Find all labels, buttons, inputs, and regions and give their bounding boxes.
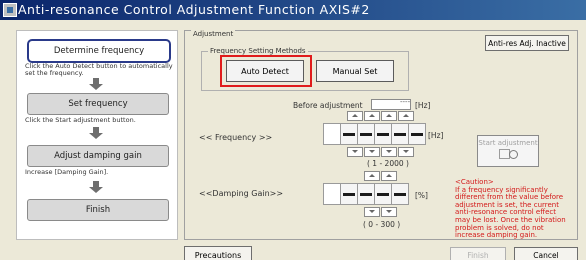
manual-set-button[interactable]: Manual Set [316, 60, 394, 82]
start-adjustment-label: Start adjustment [478, 139, 538, 147]
before-adjustment-label: Before adjustment [293, 101, 363, 110]
step-3-description: Increase [Damping Gain]. [25, 168, 109, 176]
freq-digit [357, 123, 375, 145]
damping-unit: [%] [415, 191, 428, 200]
frequency-unit: [Hz] [428, 131, 444, 140]
damping-digit [340, 183, 358, 205]
app-icon [3, 3, 17, 17]
freq-digit [391, 123, 409, 145]
frequency-methods-title: Frequency Setting Methods [208, 47, 308, 55]
step-determine-frequency: Determine frequency [27, 39, 171, 63]
auto-detect-button[interactable]: Auto Detect [226, 60, 304, 82]
precautions-button[interactable]: Precautions [184, 246, 252, 260]
freq-digit-down-spinner[interactable] [347, 147, 363, 157]
finish-button[interactable]: Finish [450, 247, 506, 260]
freq-digit-down-spinner[interactable] [381, 147, 397, 157]
damping-gain-label: <<Damping Gain>> [199, 189, 284, 198]
before-adjustment-value: ---- [400, 98, 411, 106]
damping-digit-down-spinner[interactable] [381, 207, 397, 217]
cancel-button[interactable]: Cancel [514, 247, 578, 260]
down-arrow-icon [89, 127, 103, 139]
start-adjustment-icon [499, 149, 518, 159]
freq-digit-down-spinner[interactable] [364, 147, 380, 157]
damping-digit-up-spinner[interactable] [364, 171, 380, 181]
freq-digit [340, 123, 358, 145]
freq-digit-up-spinner[interactable] [347, 111, 363, 121]
step-1-description: Click the Auto Detect button to automati… [25, 62, 173, 77]
damping-digit [374, 183, 392, 205]
freq-digit-up-spinner[interactable] [364, 111, 380, 121]
step-set-frequency: Set frequency [27, 93, 169, 115]
frequency-methods-group: Frequency Setting Methods Auto Detect Ma… [201, 47, 409, 91]
anti-resonance-window: Anti-resonance Control Adjustment Functi… [0, 0, 586, 260]
caution-text: If a frequency significantly different f… [455, 185, 566, 240]
before-unit: [Hz] [415, 101, 431, 110]
adjustment-group-title: Adjustment [191, 30, 236, 38]
adjustment-group: Adjustment Anti-res Adj. Inactive Freque… [184, 30, 578, 240]
caution-note: <Caution> If a frequency significantly d… [455, 178, 573, 240]
damping-digit-up-spinner[interactable] [381, 171, 397, 181]
dialog-client: Determine frequency Click the Auto Detec… [0, 20, 586, 260]
down-arrow-icon [89, 78, 103, 90]
freq-digit-up-spinner[interactable] [398, 111, 414, 121]
freq-digit-up-spinner[interactable] [381, 111, 397, 121]
step-2-description: Click the Start adjustment button. [25, 116, 136, 124]
window-title: Anti-resonance Control Adjustment Functi… [18, 2, 370, 17]
damping-digit [323, 183, 341, 205]
flow-panel: Determine frequency Click the Auto Detec… [16, 30, 178, 240]
down-arrow-icon [89, 181, 103, 193]
freq-digit [374, 123, 392, 145]
anti-res-status-button[interactable]: Anti-res Adj. Inactive [485, 35, 569, 51]
step-adjust-damping-gain: Adjust damping gain [27, 145, 169, 167]
freq-digit-down-spinner[interactable] [398, 147, 414, 157]
title-bar: Anti-resonance Control Adjustment Functi… [0, 0, 586, 20]
frequency-label: << Frequency >> [199, 133, 273, 142]
frequency-range: ( 1 - 2000 ) [367, 159, 409, 168]
damping-digit [357, 183, 375, 205]
freq-digit [323, 123, 341, 145]
start-adjustment-button[interactable]: Start adjustment [477, 135, 539, 167]
damping-digit [391, 183, 409, 205]
damping-digit-down-spinner[interactable] [364, 207, 380, 217]
step-finish: Finish [27, 199, 169, 221]
damping-range: ( 0 - 300 ) [363, 220, 401, 229]
freq-digit [408, 123, 426, 145]
